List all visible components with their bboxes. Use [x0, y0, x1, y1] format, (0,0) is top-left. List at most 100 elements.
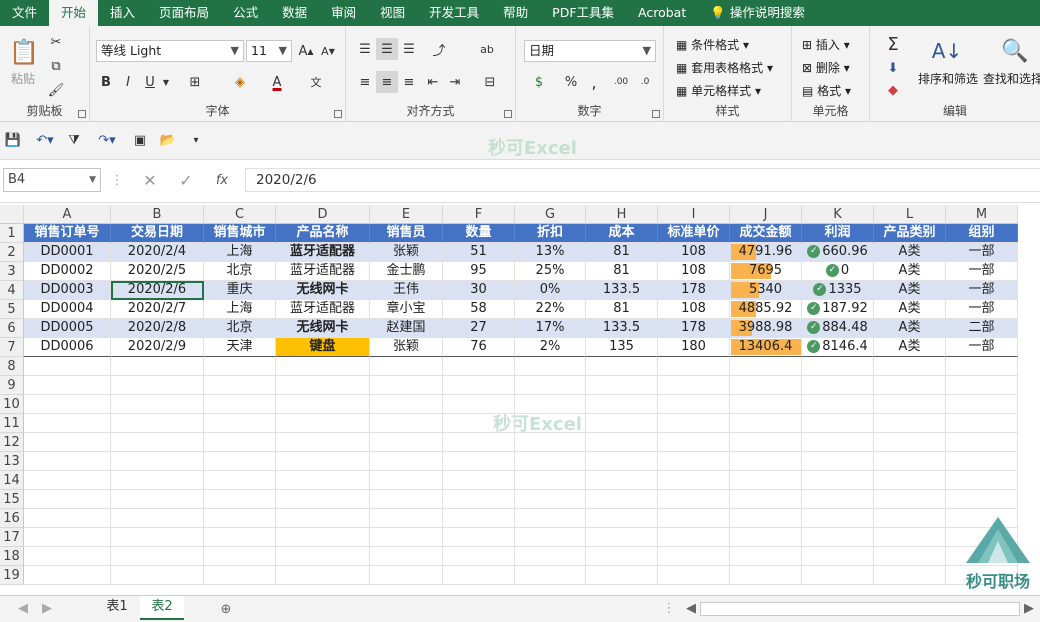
column-header[interactable]: J	[730, 205, 802, 224]
table-cell[interactable]: 章小宝	[370, 300, 443, 319]
table-cell[interactable]: 2%	[515, 338, 586, 357]
table-cell[interactable]	[874, 433, 946, 452]
table-cell[interactable]	[658, 414, 730, 433]
table-cell[interactable]	[24, 509, 111, 528]
table-cell[interactable]	[658, 376, 730, 395]
table-cell[interactable]	[515, 471, 586, 490]
table-cell[interactable]: 一部	[946, 262, 1018, 281]
table-cell[interactable]	[515, 490, 586, 509]
tab-10[interactable]: PDF工具集	[540, 0, 626, 26]
table-cell[interactable]	[658, 490, 730, 509]
table-cell[interactable]	[276, 471, 370, 490]
table-header-cell[interactable]: 销售员	[370, 224, 443, 243]
table-cell[interactable]	[802, 414, 874, 433]
column-header[interactable]: H	[586, 205, 658, 224]
table-cell[interactable]	[515, 566, 586, 585]
table-cell[interactable]	[730, 528, 802, 547]
sheet-tab-1[interactable]: 表1	[96, 596, 138, 620]
format-as-table-button[interactable]: ▦ 套用表格格式 ▾	[676, 59, 773, 76]
table-cell[interactable]	[276, 490, 370, 509]
table-cell[interactable]	[802, 357, 874, 376]
table-cell[interactable]	[443, 452, 515, 471]
row-header[interactable]: 9	[0, 376, 24, 395]
table-cell[interactable]: 蓝牙适配器	[276, 300, 370, 319]
table-cell[interactable]: 22%	[515, 300, 586, 319]
table-cell[interactable]	[802, 433, 874, 452]
table-cell[interactable]: 108	[658, 243, 730, 262]
table-cell[interactable]	[24, 395, 111, 414]
table-cell[interactable]	[515, 509, 586, 528]
increase-font-icon[interactable]: A ▲	[296, 40, 316, 62]
table-cell[interactable]: 4791.96	[730, 243, 802, 262]
table-cell[interactable]: 17%	[515, 319, 586, 338]
table-cell[interactable]	[276, 376, 370, 395]
format-button[interactable]: ▤ 格式 ▾	[802, 82, 851, 99]
table-cell[interactable]	[730, 357, 802, 376]
wrap-text-icon[interactable]: ab	[476, 38, 498, 60]
row-header[interactable]: 7	[0, 338, 24, 357]
table-cell[interactable]	[730, 433, 802, 452]
customize-qat-icon[interactable]: ▾	[188, 131, 204, 149]
hscroll-left-icon[interactable]: ◀	[684, 600, 698, 616]
alignment-launcher-icon[interactable]	[504, 110, 512, 118]
table-cell[interactable]	[874, 452, 946, 471]
table-cell[interactable]	[204, 471, 276, 490]
table-cell[interactable]	[370, 471, 443, 490]
table-cell[interactable]: 133.5	[586, 319, 658, 338]
table-cell[interactable]	[586, 490, 658, 509]
table-cell[interactable]	[111, 395, 204, 414]
table-cell[interactable]: A类	[874, 300, 946, 319]
column-header[interactable]: K	[802, 205, 874, 224]
select-all-corner[interactable]	[0, 205, 24, 224]
table-cell[interactable]: 4885.92	[730, 300, 802, 319]
form-icon[interactable]: ▣	[130, 131, 150, 149]
table-cell[interactable]	[443, 357, 515, 376]
table-cell[interactable]: 二部	[946, 319, 1018, 338]
table-cell[interactable]	[802, 547, 874, 566]
table-header-cell[interactable]: 销售城市	[204, 224, 276, 243]
table-cell[interactable]	[874, 528, 946, 547]
table-cell[interactable]	[946, 414, 1018, 433]
find-select-label[interactable]: 查找和选择	[983, 70, 1040, 87]
row-header[interactable]: 18	[0, 547, 24, 566]
table-cell[interactable]: ✓ 884.48	[802, 319, 874, 338]
italic-button[interactable]: I	[118, 71, 138, 93]
table-cell[interactable]	[370, 357, 443, 376]
table-cell[interactable]	[658, 357, 730, 376]
table-cell[interactable]: 7695	[730, 262, 802, 281]
table-header-cell[interactable]: 交易日期	[111, 224, 204, 243]
table-cell[interactable]	[515, 452, 586, 471]
tab-1[interactable]: 开始	[49, 0, 99, 26]
table-cell[interactable]	[204, 490, 276, 509]
table-cell[interactable]	[204, 357, 276, 376]
tab-3[interactable]: 页面布局	[147, 0, 221, 26]
table-cell[interactable]: 张颖	[370, 338, 443, 357]
table-cell[interactable]	[24, 376, 111, 395]
table-header-cell[interactable]: 折扣	[515, 224, 586, 243]
table-cell[interactable]	[946, 395, 1018, 414]
table-cell[interactable]: 金士鹏	[370, 262, 443, 281]
row-header[interactable]: 5	[0, 300, 24, 319]
table-cell[interactable]	[730, 414, 802, 433]
table-cell[interactable]	[586, 566, 658, 585]
table-cell[interactable]: 一部	[946, 338, 1018, 357]
table-cell[interactable]	[24, 547, 111, 566]
table-cell[interactable]	[874, 395, 946, 414]
conditional-format-button[interactable]: ▦ 条件格式 ▾	[676, 36, 749, 53]
table-cell[interactable]: ✓ 0	[802, 262, 874, 281]
find-icon[interactable]: 🔍	[998, 34, 1032, 68]
table-cell[interactable]	[874, 414, 946, 433]
save-icon[interactable]: 💾	[4, 131, 22, 149]
row-header[interactable]: 6	[0, 319, 24, 338]
table-cell[interactable]	[515, 376, 586, 395]
tab-8[interactable]: 开发工具	[417, 0, 491, 26]
table-cell[interactable]	[515, 433, 586, 452]
table-cell[interactable]: A类	[874, 319, 946, 338]
table-cell[interactable]	[276, 433, 370, 452]
table-cell[interactable]	[204, 509, 276, 528]
table-cell[interactable]	[443, 471, 515, 490]
table-cell[interactable]	[204, 566, 276, 585]
increase-decimal-icon[interactable]: .00	[610, 71, 632, 93]
table-cell[interactable]	[276, 566, 370, 585]
table-cell[interactable]	[370, 566, 443, 585]
